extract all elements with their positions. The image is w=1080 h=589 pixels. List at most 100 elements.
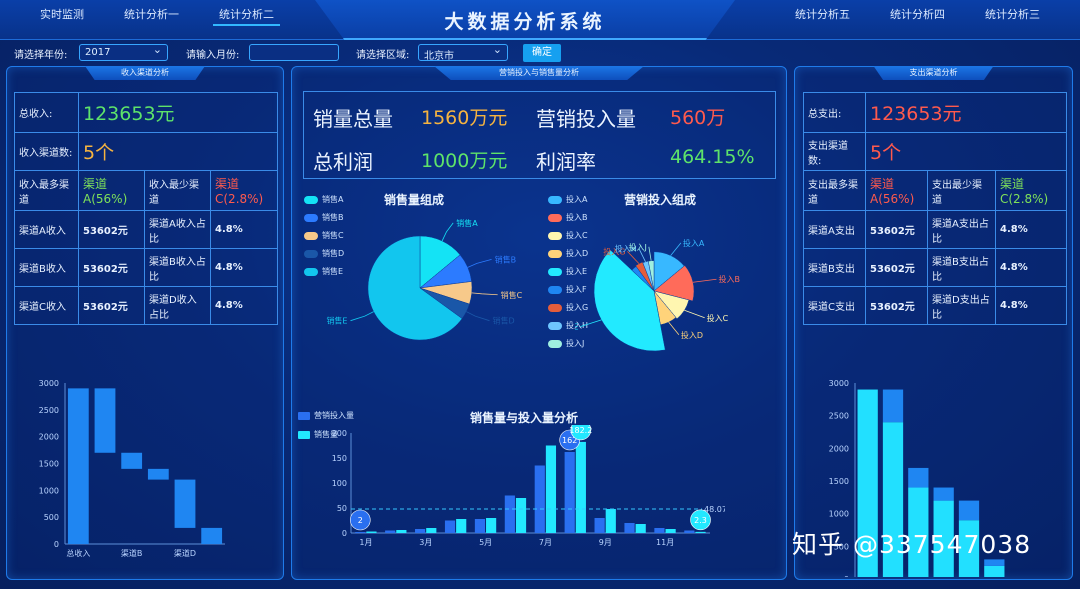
year-label: 请选择年份:	[14, 50, 68, 61]
income-row-share-label: 渠道B收入占比	[144, 248, 211, 287]
rose-slice-label: 投入A	[683, 238, 705, 248]
margin-label: 利润率	[536, 150, 596, 174]
pie-slice-label: 销售E	[326, 316, 347, 326]
pie-label-line	[441, 222, 454, 242]
rose-label-line	[580, 319, 602, 328]
invest-label: 营销投入量	[536, 107, 636, 131]
combo-bar	[545, 445, 557, 533]
combo-bar	[515, 498, 527, 533]
legend-swatch	[548, 321, 562, 330]
expense-total-value: 123653元	[865, 92, 1067, 133]
waterfall-bar	[201, 527, 223, 544]
expense-total-label: 总支出:	[803, 92, 866, 133]
legend-swatch	[548, 339, 562, 348]
rose-label-line	[648, 246, 652, 261]
confirm-button[interactable]: 确定	[523, 44, 561, 62]
expense-least-pct: C(2.8%)	[1000, 192, 1049, 206]
expense-count-label: 支出渠道数:	[803, 132, 866, 171]
combo-bar	[385, 530, 396, 533]
x-tick-label: 9月	[599, 538, 612, 547]
legend-invest[interactable]: 营销投入量	[298, 410, 354, 421]
expense-row-value: 53602元	[865, 210, 928, 249]
income-least-pct: C(2.8%)	[215, 192, 264, 206]
income-total-label: 总收入:	[14, 92, 79, 133]
y-tick-label: 2000	[829, 444, 849, 453]
legend-swatch	[304, 195, 318, 204]
waterfall-bar	[147, 468, 169, 480]
waterfall-bar	[94, 388, 116, 453]
sales-invest-bar-chart: 0501001502001月 3月 5月 7月 9月 11月48.072162182.22…	[332, 425, 725, 547]
income-table: 总收入: 123653元 收入渠道数: 5个 收入最多渠道 渠道 A(56%) 收…	[14, 92, 278, 325]
income-waterfall-chart: 0 500 1000 1500 2000 2500 3000 总收入 渠道B 渠道D	[39, 379, 225, 558]
waterfall-bar	[174, 479, 196, 528]
income-least-value: 渠道 C(2.8%)	[210, 170, 278, 211]
profit-value: 1000万元	[421, 150, 508, 172]
y-tick-label: 1500	[39, 460, 59, 469]
stacked-bar-segment	[984, 565, 1005, 577]
expense-total-text: 123653元	[870, 103, 962, 125]
y-tick-label: 200	[332, 429, 347, 438]
expense-panel-tab: 支出渠道分析	[873, 66, 994, 80]
expense-row-label: 渠道C支出	[803, 286, 866, 325]
y-tick-label: 1000	[39, 486, 59, 495]
combo-bar	[575, 441, 586, 533]
nav-tab-stats-4[interactable]: 统计分析四	[870, 0, 965, 26]
combo-bar	[564, 452, 575, 533]
nav-tab-stats-5[interactable]: 统计分析五	[775, 0, 870, 26]
income-count-value: 5个	[78, 132, 278, 171]
filter-bar: 请选择年份: 2017 请输入月份: 请选择区域: 北京市 确定	[0, 42, 1080, 64]
markpoint-label: 182.2	[569, 426, 592, 435]
combo-bar	[624, 523, 635, 533]
waterfall-bar	[67, 388, 89, 544]
income-row-share: 4.8%	[210, 248, 278, 287]
y-tick-label: 1500	[829, 477, 849, 486]
y-tick-label: 1000	[829, 510, 849, 519]
y-tick-label: 100	[332, 479, 347, 488]
income-row-label: 渠道B收入	[14, 248, 79, 287]
y-tick-label: 150	[332, 454, 347, 463]
pie-label-line	[350, 311, 374, 322]
income-row-share-label: 渠道A收入占比	[144, 210, 211, 249]
income-least-label: 收入最少渠道	[144, 170, 211, 211]
title-plate: 大数据分析系统	[315, 0, 735, 40]
combo-bar	[635, 524, 646, 533]
expense-least-channel: 渠道	[1000, 177, 1025, 191]
expense-least-value: 渠道 C(2.8%)	[995, 170, 1067, 211]
nav-right: 统计分析五 统计分析四 统计分析三	[775, 0, 1060, 26]
nav-tab-stats-2[interactable]: 统计分析二	[199, 0, 294, 26]
y-tick-label: 2500	[829, 412, 849, 421]
y-tick-label: 2000	[39, 433, 59, 442]
combo-bar	[665, 529, 676, 533]
income-row-value: 53602元	[78, 210, 145, 249]
income-most-value: 渠道 A(56%)	[78, 170, 145, 211]
month-input[interactable]	[249, 44, 339, 61]
combo-bar	[605, 509, 616, 533]
year-select-value: 2017	[85, 47, 111, 58]
combo-bar	[695, 531, 706, 533]
nav-tab-stats-3[interactable]: 统计分析三	[965, 0, 1060, 26]
expense-panel: 支出渠道分析 总支出: 123653元 支出渠道数: 5个 支出最多渠道 渠道 A…	[794, 66, 1073, 580]
region-select[interactable]: 北京市	[418, 43, 508, 62]
nav-tab-stats-1[interactable]: 统计分析一	[104, 0, 199, 26]
rose-slice-label: 投入B	[718, 274, 740, 284]
expense-count-text: 5个	[870, 142, 902, 164]
legend-swatch	[548, 303, 562, 312]
expense-row-share: 4.8%	[995, 286, 1067, 325]
nav-tab-realtime[interactable]: 实时监测	[20, 0, 104, 26]
expense-count-value: 5个	[865, 132, 1067, 171]
combo-bar	[444, 520, 456, 533]
income-panel: 收入渠道分析 总收入: 123653元 收入渠道数: 5个 收入最多渠道 渠道 A…	[6, 66, 284, 580]
x-tick-label: 渠道D	[174, 548, 196, 558]
combo-bar	[474, 519, 486, 533]
rose-label-line	[670, 242, 682, 256]
legend-item[interactable]: 投入A	[548, 194, 587, 205]
y-tick-label: 0	[342, 529, 347, 538]
year-select[interactable]: 2017	[79, 43, 168, 61]
profit-label: 总利润	[313, 150, 373, 174]
expense-most-pct: A(56%)	[870, 192, 915, 206]
expense-row-label: 渠道A支出	[803, 210, 866, 249]
y-tick-label: 50	[337, 504, 347, 513]
income-row-share-label: 渠道D收入占比	[144, 286, 211, 325]
combo-bar	[684, 530, 695, 533]
legend-item[interactable]: 销售A	[304, 194, 343, 205]
